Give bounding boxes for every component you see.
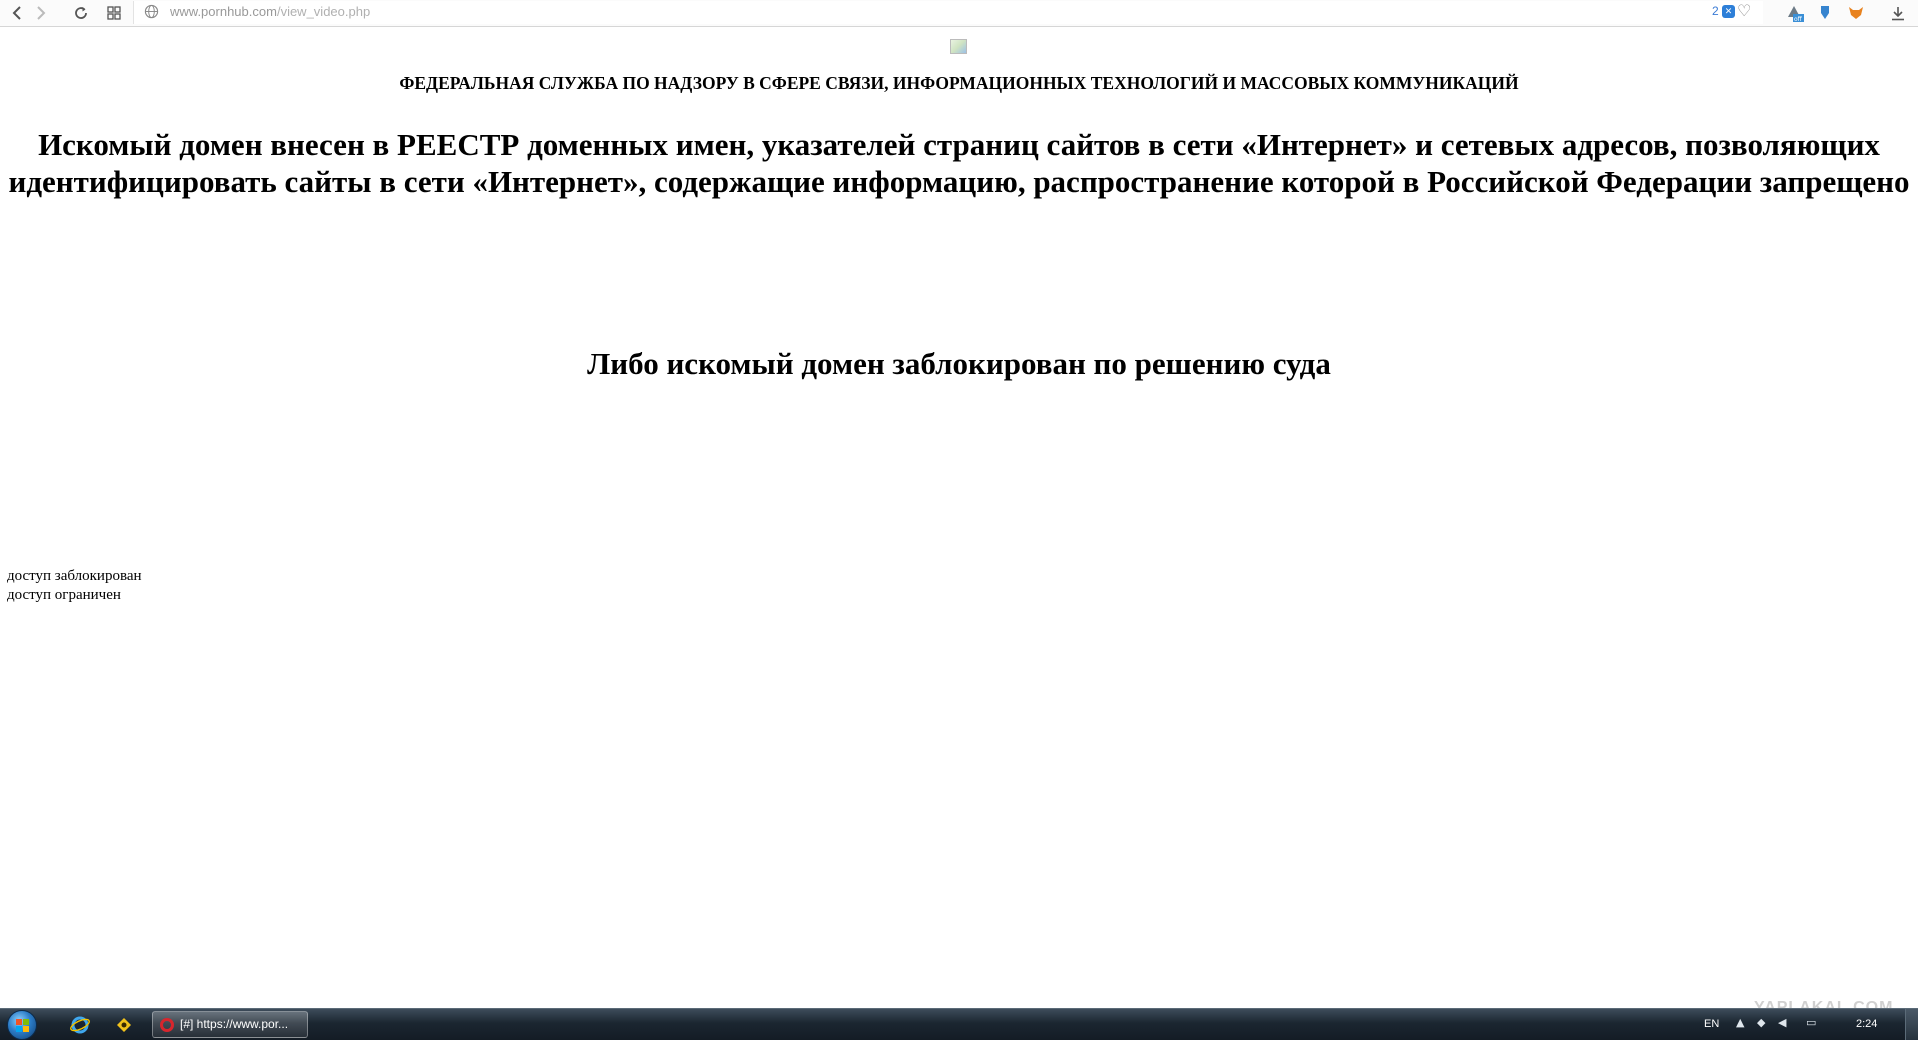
url-path: /view_video.php: [276, 4, 371, 19]
browser-toolbar: www.pornhub.com/view_video.php 2 ✕ ♡ off: [0, 0, 1918, 27]
extension-off-icon[interactable]: off: [1783, 2, 1805, 24]
opera-icon: [160, 1018, 174, 1032]
clock[interactable]: 2:24: [1856, 1018, 1877, 1030]
court-block-headline: Либо искомый домен заблокирован по решен…: [587, 346, 1331, 381]
broken-image-icon: [950, 39, 967, 54]
address-bar[interactable]: www.pornhub.com/view_video.php 2 ✕ ♡: [133, 1, 1763, 24]
forward-arrow-icon[interactable]: [30, 2, 52, 24]
globe-icon[interactable]: [144, 4, 160, 20]
taskbar-item-browser[interactable]: [#] https://www.por...: [152, 1011, 308, 1038]
page-content: ФЕДЕРАЛЬНАЯ СЛУЖБА ПО НАДЗОРУ В СФЕРЕ СВ…: [0, 28, 1918, 1008]
block-headline: Искомый домен внесен в РЕЕСТР доменных и…: [8, 127, 1910, 199]
grid-icon[interactable]: [103, 2, 125, 24]
ext-off-label: off: [1794, 16, 1803, 23]
network-icon[interactable]: ▭: [1806, 1016, 1816, 1029]
agency-title: ФЕДЕРАЛЬНАЯ СЛУЖБА ПО НАДЗОРУ В СФЕРЕ СВ…: [399, 73, 1519, 93]
app-icon[interactable]: [113, 1014, 135, 1036]
fox-extension-icon[interactable]: [1845, 2, 1867, 24]
volume-icon[interactable]: ◀: [1778, 1016, 1786, 1029]
tray-expand-icon[interactable]: ▲: [1736, 1016, 1744, 1029]
download-icon[interactable]: [1887, 2, 1909, 24]
windows-logo-icon: [16, 1019, 29, 1032]
url-text[interactable]: www.pornhub.com/view_video.php: [170, 4, 370, 19]
back-arrow-icon[interactable]: [6, 2, 28, 24]
access-restricted-text: доступ ограничен: [7, 587, 121, 603]
internet-explorer-icon[interactable]: [69, 1014, 91, 1036]
dropbox-icon[interactable]: ◆: [1757, 1016, 1765, 1029]
language-indicator[interactable]: EN: [1704, 1018, 1719, 1030]
start-button[interactable]: [7, 1010, 37, 1040]
close-badge-icon[interactable]: ✕: [1722, 5, 1735, 18]
taskbar-item-label: [#] https://www.por...: [180, 1017, 289, 1031]
taskbar: [#] https://www.por... EN ▲ ◆ ◀ ▭ 2:24: [0, 1008, 1918, 1040]
pin-extension-icon[interactable]: [1814, 2, 1836, 24]
reload-icon[interactable]: [70, 2, 92, 24]
show-desktop-button[interactable]: [1905, 1009, 1918, 1040]
url-host: www.pornhub.com: [170, 4, 277, 19]
tab-count-badge[interactable]: 2: [1712, 4, 1719, 18]
status-lines: доступ заблокирован доступ ограничен: [7, 567, 142, 605]
heart-icon[interactable]: ♡: [1737, 1, 1751, 20]
access-blocked-text: доступ заблокирован: [7, 568, 142, 584]
